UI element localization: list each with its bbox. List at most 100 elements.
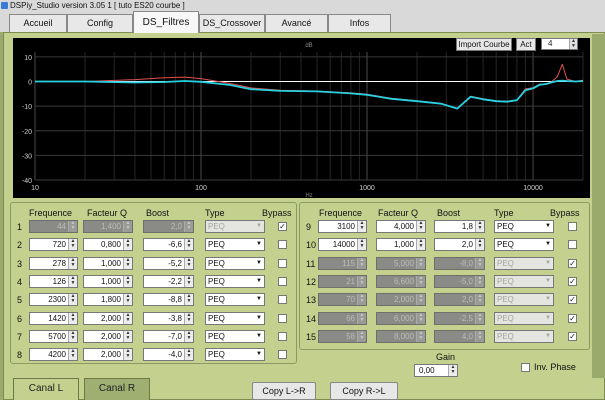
spinner-arrows-icon[interactable]: ▲ ▼ (475, 221, 484, 232)
frequency-spinner[interactable]: 58 ▲ ▼ (318, 330, 367, 343)
spinner-arrows-icon[interactable]: ▲ ▼ (68, 276, 77, 287)
q-factor-spinner[interactable]: 5,000 ▲ ▼ (376, 257, 426, 270)
bypass-checkbox[interactable]: ✓ (568, 332, 577, 341)
dropdown-arrow-icon[interactable]: ▼ (543, 276, 553, 287)
q-factor-spinner[interactable]: 1,400 ▲ ▼ (83, 220, 133, 233)
filter-type-select[interactable]: PEQ ▼ (205, 220, 265, 233)
spinner-arrows-icon[interactable]: ▲ ▼ (123, 294, 132, 305)
spinner-arrows-icon[interactable]: ▲ ▼ (475, 294, 484, 305)
spinner-arrows-icon[interactable]: ▲ ▼ (68, 294, 77, 305)
boost-spinner[interactable]: 2,0 ▲ ▼ (434, 293, 485, 306)
bypass-checkbox[interactable] (568, 222, 577, 231)
frequency-spinner[interactable]: 115 ▲ ▼ (318, 257, 367, 270)
spinner-arrows-icon[interactable]: ▲ ▼ (357, 313, 366, 324)
dropdown-arrow-icon[interactable]: ▼ (543, 331, 553, 342)
boost-spinner[interactable]: 2,0 ▲ ▼ (143, 220, 194, 233)
spinner-arrows-icon[interactable]: ▲ ▼ (416, 239, 425, 250)
spinner-arrows-icon[interactable]: ▲ ▼ (68, 349, 77, 360)
spinner-arrows-icon[interactable]: ▲ ▼ (416, 276, 425, 287)
q-factor-spinner[interactable]: 2,000 ▲ ▼ (376, 293, 426, 306)
spinner-arrows-icon[interactable]: ▲ ▼ (475, 313, 484, 324)
dropdown-arrow-icon[interactable]: ▼ (543, 258, 553, 269)
spinner-arrows-icon[interactable]: ▲ ▼ (123, 331, 132, 342)
spinner-arrows-icon[interactable]: ▲ ▼ (416, 258, 425, 269)
boost-spinner[interactable]: -5,0 ▲ ▼ (434, 275, 485, 288)
q-factor-spinner[interactable]: 6,000 ▲ ▼ (376, 312, 426, 325)
q-factor-spinner[interactable]: 1,000 ▲ ▼ (376, 238, 426, 251)
spinner-arrows-icon[interactable]: ▲ ▼ (416, 331, 425, 342)
bypass-checkbox[interactable] (278, 314, 287, 323)
dropdown-arrow-icon[interactable]: ▼ (254, 313, 264, 324)
import-courbe-button[interactable]: Import Courbe (456, 38, 512, 51)
dropdown-arrow-icon[interactable]: ▼ (254, 258, 264, 269)
filter-type-select[interactable]: PEQ ▼ (494, 257, 554, 270)
spinner-arrows-icon[interactable]: ▲ ▼ (416, 294, 425, 305)
filter-type-select[interactable]: PEQ ▼ (205, 348, 265, 361)
spinner-arrows-icon[interactable]: ▲ ▼ (448, 365, 457, 376)
copy-l-to-r-button[interactable]: Copy L->R (252, 382, 316, 400)
dropdown-arrow-icon[interactable]: ▼ (254, 331, 264, 342)
frequency-spinner[interactable]: 21 ▲ ▼ (318, 275, 367, 288)
frequency-spinner[interactable]: 5700 ▲ ▼ (29, 330, 78, 343)
bypass-checkbox[interactable] (278, 295, 287, 304)
spinner-arrows-icon[interactable]: ▲ ▼ (123, 276, 132, 287)
boost-spinner[interactable]: -4,0 ▲ ▼ (143, 348, 194, 361)
tab-accueil[interactable]: Accueil (9, 14, 67, 32)
dropdown-arrow-icon[interactable]: ▼ (254, 239, 264, 250)
frequency-spinner[interactable]: 720 ▲ ▼ (29, 238, 78, 251)
filter-type-select[interactable]: PEQ ▼ (205, 275, 265, 288)
frequency-spinner[interactable]: 3100 ▲ ▼ (318, 220, 367, 233)
bypass-checkbox[interactable]: ✓ (568, 259, 577, 268)
frequency-spinner[interactable]: 1420 ▲ ▼ (29, 312, 78, 325)
spinner-arrows-icon[interactable]: ▲ ▼ (184, 294, 193, 305)
spinner-arrows-icon[interactable]: ▲ ▼ (184, 221, 193, 232)
bypass-checkbox[interactable] (278, 259, 287, 268)
tab-canal-r[interactable]: Canal R (84, 378, 150, 400)
spinner-arrows-icon[interactable]: ▲ ▼ (357, 221, 366, 232)
q-factor-spinner[interactable]: 2,000 ▲ ▼ (83, 330, 133, 343)
boost-spinner[interactable]: 1,8 ▲ ▼ (434, 220, 485, 233)
filter-type-select[interactable]: PEQ ▼ (494, 330, 554, 343)
spinner-arrows-icon[interactable]: ▲ ▼ (123, 313, 132, 324)
tab-infos[interactable]: Infos (328, 14, 391, 32)
boost-spinner[interactable]: -8,8 ▲ ▼ (143, 293, 194, 306)
spinner-arrows-icon[interactable]: ▲ ▼ (357, 258, 366, 269)
filter-type-select[interactable]: PEQ ▼ (205, 330, 265, 343)
spinner-arrows-icon[interactable]: ▲ ▼ (357, 276, 366, 287)
boost-spinner[interactable]: 4,0 ▲ ▼ (434, 330, 485, 343)
spinner-arrows-icon[interactable]: ▲ ▼ (68, 239, 77, 250)
dropdown-arrow-icon[interactable]: ▼ (543, 313, 553, 324)
spinner-arrows-icon[interactable]: ▲ ▼ (184, 258, 193, 269)
spinner-arrows-icon[interactable]: ▲ ▼ (184, 331, 193, 342)
frequency-spinner[interactable]: 70 ▲ ▼ (318, 293, 367, 306)
spinner-arrows-icon[interactable]: ▲ ▼ (123, 221, 132, 232)
frequency-spinner[interactable]: 4200 ▲ ▼ (29, 348, 78, 361)
q-factor-spinner[interactable]: 6,600 ▲ ▼ (376, 275, 426, 288)
spinner-arrows-icon[interactable]: ▲ ▼ (416, 313, 425, 324)
filter-type-select[interactable]: PEQ ▼ (494, 275, 554, 288)
tab-canal-l[interactable]: Canal L (13, 378, 79, 400)
tab-ds-filtres[interactable]: DS_Filtres (133, 11, 199, 33)
q-factor-spinner[interactable]: 8,000 ▲ ▼ (376, 330, 426, 343)
q-factor-spinner[interactable]: 1,000 ▲ ▼ (83, 275, 133, 288)
tab-avance[interactable]: Avancé (265, 14, 328, 32)
act-button[interactable]: Act (516, 38, 536, 51)
filter-type-select[interactable]: PEQ ▼ (205, 257, 265, 270)
boost-spinner[interactable]: -2,2 ▲ ▼ (143, 275, 194, 288)
spinner-arrows-icon[interactable]: ▲ ▼ (569, 39, 577, 49)
gain-spinner[interactable]: 0,00 ▲ ▼ (414, 364, 458, 377)
q-factor-spinner[interactable]: 2,000 ▲ ▼ (83, 312, 133, 325)
frequency-spinner[interactable]: 14000 ▲ ▼ (318, 238, 367, 251)
frequency-spinner[interactable]: 126 ▲ ▼ (29, 275, 78, 288)
filter-type-select[interactable]: PEQ ▼ (494, 238, 554, 251)
spinner-arrows-icon[interactable]: ▲ ▼ (475, 239, 484, 250)
spinner-arrows-icon[interactable]: ▲ ▼ (357, 294, 366, 305)
spinner-arrows-icon[interactable]: ▲ ▼ (184, 313, 193, 324)
spinner-arrows-icon[interactable]: ▲ ▼ (475, 331, 484, 342)
spinner-arrows-icon[interactable]: ▲ ▼ (357, 331, 366, 342)
q-factor-spinner[interactable]: 4,000 ▲ ▼ (376, 220, 426, 233)
spinner-arrows-icon[interactable]: ▲ ▼ (184, 349, 193, 360)
dropdown-arrow-icon[interactable]: ▼ (254, 349, 264, 360)
spinner-arrows-icon[interactable]: ▲ ▼ (123, 349, 132, 360)
filter-type-select[interactable]: PEQ ▼ (494, 293, 554, 306)
